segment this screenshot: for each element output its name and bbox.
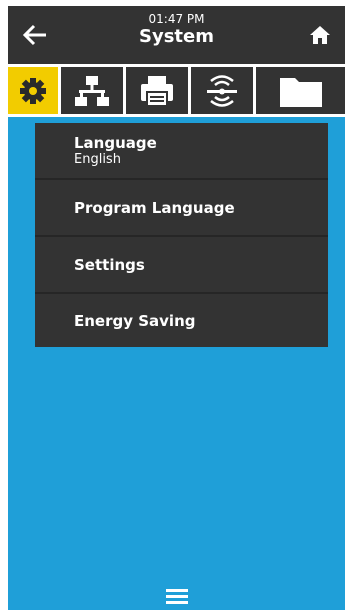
menu-item-value: English (74, 151, 121, 167)
header-bar: 01:47 PM System (8, 6, 345, 64)
category-tab-bar (8, 64, 345, 117)
header-title-area: 01:47 PM System (88, 12, 265, 48)
tab-system[interactable] (8, 67, 58, 114)
gear-icon (20, 77, 46, 104)
arrow-left-icon (22, 24, 46, 46)
printer-screen: 01:47 PM System Language English Program… (8, 6, 345, 610)
tab-rfid[interactable] (191, 67, 253, 114)
folder-icon (279, 77, 322, 107)
menu-item-program-language[interactable]: Program Language (35, 180, 328, 237)
tab-connection[interactable] (61, 67, 123, 114)
network-icon (75, 75, 109, 106)
menu-item-energy-saving[interactable]: Energy Saving (35, 294, 328, 347)
tab-storage[interactable] (256, 67, 345, 114)
menu-item-language[interactable]: Language English (35, 123, 328, 180)
menu-item-settings[interactable]: Settings (35, 237, 328, 294)
tab-print[interactable] (126, 67, 188, 114)
menu-item-label: Settings (74, 255, 145, 274)
system-menu-list: Language English Program Language Settin… (35, 123, 328, 347)
hamburger-menu-button[interactable] (160, 586, 194, 606)
menu-item-label: Program Language (74, 198, 235, 217)
back-button[interactable] (18, 18, 52, 52)
home-button[interactable] (303, 18, 337, 52)
printer-icon (141, 75, 173, 107)
hamburger-icon (166, 589, 188, 604)
menu-item-label: Language (74, 133, 157, 152)
wireless-icon (207, 74, 237, 107)
home-icon (310, 26, 330, 44)
clock-time: 01:47 PM (148, 12, 205, 26)
menu-item-label: Energy Saving (74, 311, 196, 330)
page-title: System (139, 26, 214, 47)
